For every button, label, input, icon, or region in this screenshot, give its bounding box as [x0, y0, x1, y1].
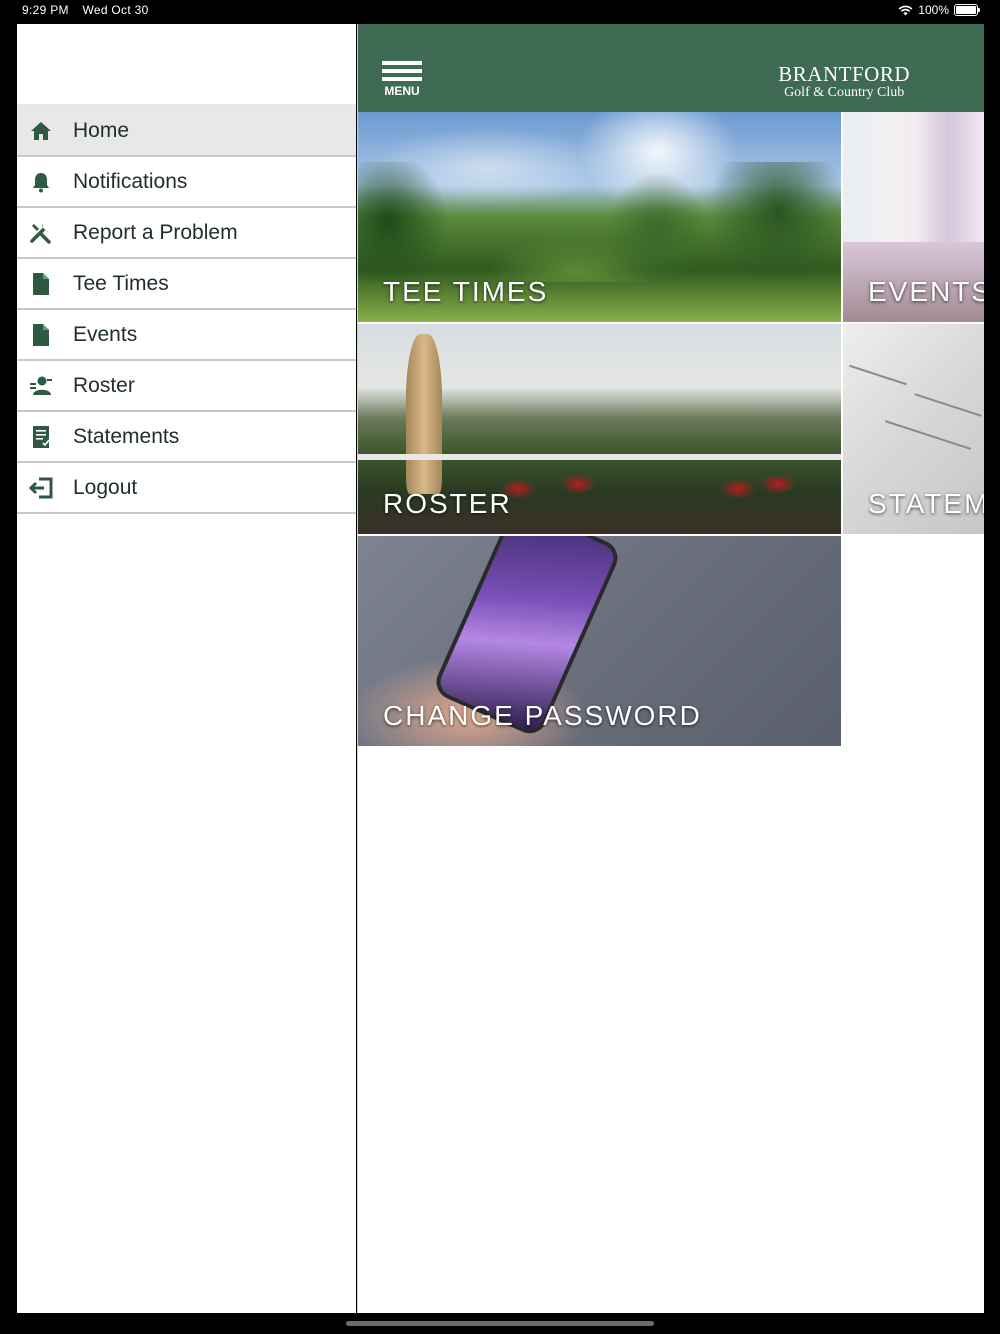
sidebar-item-label: Report a Problem: [73, 220, 238, 244]
patio-chairs-image: [498, 474, 798, 504]
tile-change-password[interactable]: CHANGE PASSWORD: [358, 536, 841, 746]
hamburger-icon-bar: [382, 69, 422, 73]
tile-label: STATEM: [868, 488, 984, 519]
tile-events[interactable]: EVENTS: [843, 112, 984, 322]
tile-label: CHANGE PASSWORD: [383, 700, 702, 731]
statement-line-image: [914, 393, 982, 417]
patio-umbrella-image: [406, 334, 442, 494]
tile-statements[interactable]: STATEM: [843, 324, 984, 534]
patio-railing-image: [358, 454, 841, 460]
main-content: MENU BRANTFORD Golf & Country Club TEE T…: [357, 24, 984, 1313]
menu-list: Home Notifications Report a Problem Tee …: [17, 104, 356, 514]
sidebar-item-label: Tee Times: [73, 271, 169, 295]
tools-icon: [29, 221, 53, 245]
sidebar-item-report-problem[interactable]: Report a Problem: [17, 208, 356, 259]
document-icon: [29, 272, 53, 296]
battery-percent: 100%: [918, 3, 949, 17]
sidebar-item-label: Notifications: [73, 169, 188, 193]
sidebar-item-label: Roster: [73, 373, 135, 397]
logo-subtitle: Golf & Country Club: [784, 85, 905, 100]
home-indicator[interactable]: [346, 1321, 654, 1326]
sidebar-item-notifications[interactable]: Notifications: [17, 157, 356, 208]
menu-label: MENU: [384, 84, 420, 98]
sidebar-item-label: Home: [73, 118, 130, 142]
bell-icon: [29, 170, 53, 194]
wifi-icon: [898, 5, 913, 15]
sidebar-item-tee-times[interactable]: Tee Times: [17, 259, 356, 310]
menu-button[interactable]: MENU: [382, 61, 422, 98]
tile-label: EVENTS: [868, 276, 984, 307]
statement-line-image: [884, 420, 972, 450]
status-bar: 9:29 PM Wed Oct 30 100%: [0, 0, 1000, 22]
sidebar-item-label: Events: [73, 322, 138, 346]
tile-label: TEE TIMES: [383, 276, 549, 307]
sidebar-item-label: Logout: [73, 475, 138, 499]
side-menu: Home Notifications Report a Problem Tee …: [17, 24, 356, 1313]
golf-course-image: [358, 162, 841, 282]
logout-icon: [29, 476, 53, 500]
sidebar-item-events[interactable]: Events: [17, 310, 356, 361]
tile-tee-times[interactable]: TEE TIMES: [358, 112, 841, 322]
statement-line-image: [849, 364, 907, 386]
home-icon: [29, 119, 53, 143]
statement-icon: [29, 425, 53, 449]
banquet-drape-image: [913, 112, 984, 252]
user-list-icon: [29, 374, 53, 398]
status-time: 9:29 PM: [22, 3, 69, 17]
sidebar-item-logout[interactable]: Logout: [17, 463, 356, 514]
app-header: MENU BRANTFORD Golf & Country Club: [358, 24, 984, 112]
sidebar-item-roster[interactable]: Roster: [17, 361, 356, 412]
status-date: Wed Oct 30: [82, 3, 149, 17]
tile-roster[interactable]: ROSTER: [358, 324, 841, 534]
hamburger-icon: [382, 61, 422, 65]
sidebar-item-label: Statements: [73, 424, 180, 448]
battery-icon: [954, 4, 980, 16]
sidebar-item-statements[interactable]: Statements: [17, 412, 356, 463]
tile-label: ROSTER: [383, 488, 512, 519]
logo-title: BRANTFORD: [778, 62, 910, 86]
club-logo: BRANTFORD Golf & Country Club: [778, 64, 910, 100]
document-icon: [29, 323, 53, 347]
hamburger-icon-bar: [382, 77, 422, 81]
sidebar-item-home[interactable]: Home: [17, 104, 356, 157]
